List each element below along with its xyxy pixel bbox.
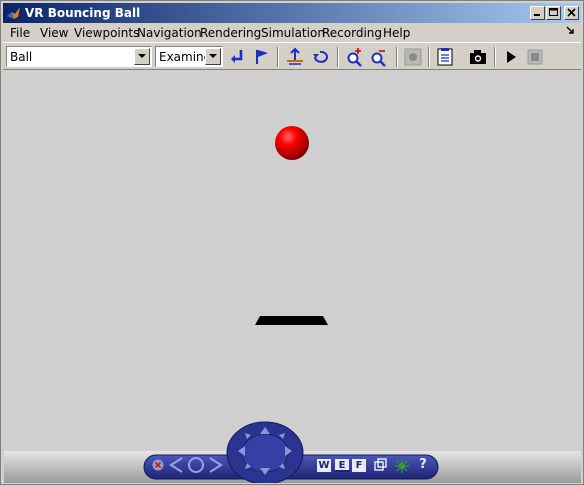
ball	[275, 126, 309, 160]
maximize-icon	[549, 8, 558, 16]
menu-recording[interactable]: Recording	[322, 26, 382, 40]
title-bar[interactable]: VR Bouncing Ball	[3, 3, 581, 23]
close-nav-panel-icon[interactable]	[152, 459, 164, 471]
viewpoint-dropdown-button[interactable]	[134, 48, 150, 65]
toolbar-separator	[277, 47, 279, 67]
menu-view[interactable]: View	[40, 26, 68, 40]
platform	[255, 316, 328, 325]
navigation-mode-value: Examine	[159, 50, 212, 64]
close-icon	[567, 8, 576, 17]
menu-simulation[interactable]: Simulation	[261, 26, 325, 40]
menu-navigation[interactable]: Navigation	[137, 26, 202, 40]
navigation-mode-dropdown-button[interactable]	[205, 48, 221, 65]
maximize-button[interactable]	[546, 6, 561, 20]
viewpoint-select[interactable]: Ball	[6, 46, 152, 67]
toolbar-separator	[428, 47, 430, 67]
help-button[interactable]: ?	[415, 457, 431, 473]
straighten-up-icon[interactable]	[285, 47, 305, 67]
edges-button[interactable]: E	[335, 459, 349, 472]
full-screen-icon[interactable]	[374, 458, 388, 472]
camera-icon[interactable]	[468, 47, 488, 67]
return-to-viewpoint-icon[interactable]	[227, 47, 247, 67]
toolbar-separator	[494, 47, 496, 67]
toolbar-separator	[396, 47, 398, 67]
zoom-in-icon[interactable]	[345, 47, 365, 67]
menu-bar: File View Viewpoints Navigation Renderin…	[3, 23, 581, 42]
window-title: VR Bouncing Ball	[25, 6, 141, 20]
menu-viewpoints[interactable]: Viewpoints	[74, 26, 139, 40]
navigation-wheel-icon[interactable]	[232, 423, 298, 479]
matlab-icon	[7, 7, 20, 19]
minimize-icon	[534, 14, 540, 16]
toolbar-separator	[337, 47, 339, 67]
zoom-out-icon[interactable]	[369, 47, 389, 67]
undo-move-icon[interactable]	[310, 47, 330, 67]
goto-viewpoint-flag-icon[interactable]	[252, 47, 272, 67]
toolbar: Ball Examine	[3, 42, 581, 70]
play-icon[interactable]	[501, 47, 521, 67]
headlight-toggle-icon[interactable]	[394, 458, 410, 474]
stop-icon[interactable]	[525, 47, 545, 67]
chevron-down-icon	[209, 54, 217, 58]
menu-help[interactable]: Help	[383, 26, 410, 40]
app-window: VR Bouncing Ball File View Viewpoints Na…	[0, 0, 584, 485]
rotate-left-right-icon[interactable]	[168, 456, 224, 474]
menu-file[interactable]: File	[10, 26, 30, 40]
vr-scene-canvas[interactable]: W E F ?	[4, 71, 581, 483]
menu-rendering[interactable]: Rendering	[200, 26, 261, 40]
close-button[interactable]	[564, 6, 579, 20]
dock-arrow-icon[interactable]	[565, 25, 575, 37]
navigation-mode-select[interactable]: Examine	[155, 46, 223, 67]
headlight-icon[interactable]	[403, 47, 423, 67]
snapshot-list-icon[interactable]	[435, 47, 455, 67]
faces-button[interactable]: F	[352, 459, 366, 472]
minimize-button[interactable]	[530, 6, 545, 20]
viewpoint-select-value: Ball	[10, 50, 33, 64]
chevron-down-icon	[138, 54, 146, 58]
wireframe-button[interactable]: W	[317, 459, 331, 472]
